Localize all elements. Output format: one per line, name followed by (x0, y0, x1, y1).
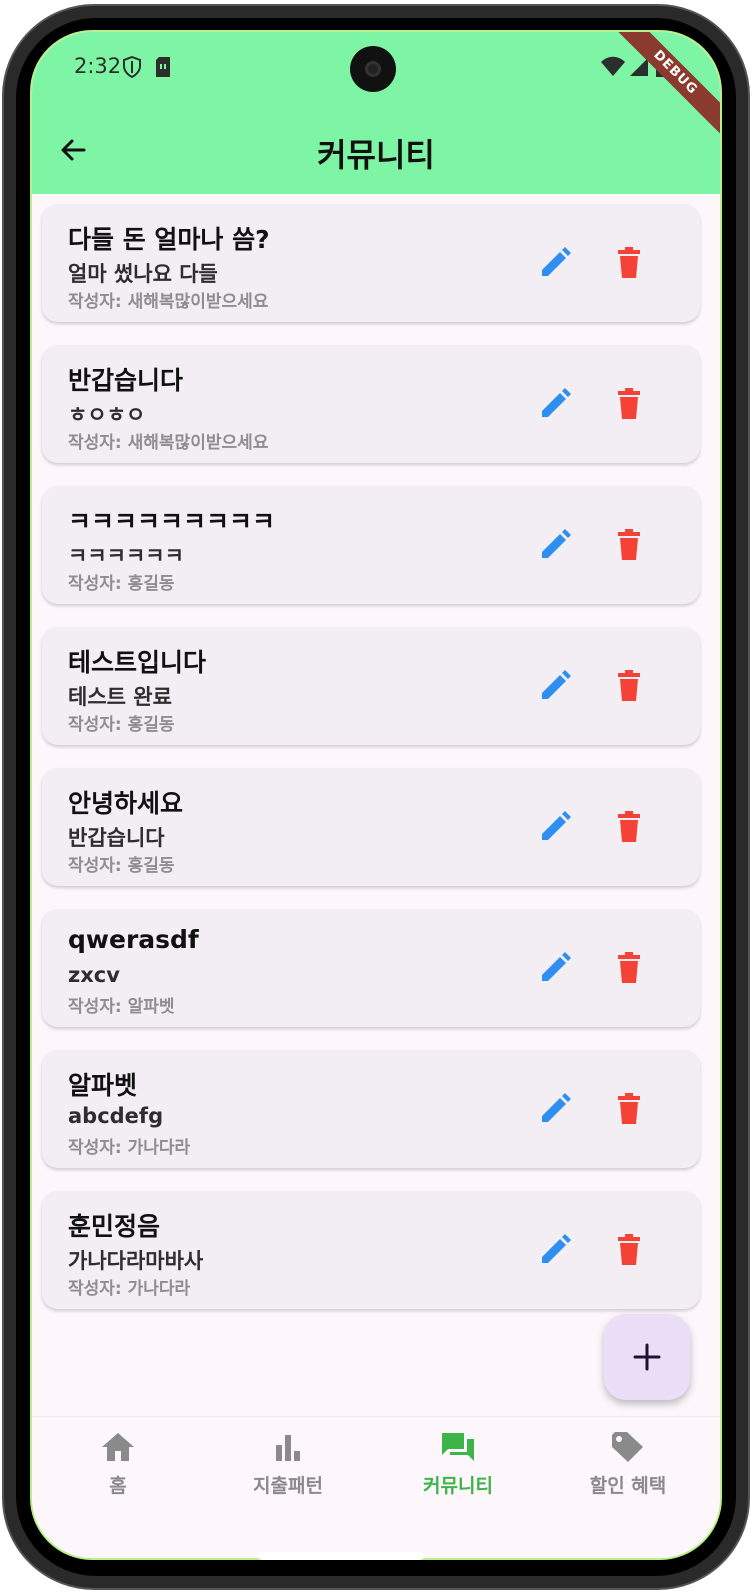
sim-card-icon (154, 56, 174, 78)
bottom-nav: 홈 지출패턴 커뮤니티 할인 혜택 (32, 1416, 720, 1558)
home-indicator[interactable] (258, 1552, 424, 1560)
edit-icon[interactable] (538, 951, 572, 985)
post-body: 얼마 썼나요 다들 (68, 262, 218, 286)
post-author: 작성자: 홍길동 (68, 856, 175, 876)
front-camera (350, 46, 396, 92)
home-icon (102, 1433, 134, 1461)
post-title: 반갑습니다 (68, 366, 184, 395)
post-card[interactable]: ㅋㅋㅋㅋㅋㅋㅋㅋㅋ ㅋㅋㅋㅋㅋㅋ 작성자: 홍길동 (42, 486, 700, 604)
post-list: 다들 돈 얼마나 씀? 얼마 썼나요 다들 작성자: 새해복많이받으세요 반갑습… (42, 204, 700, 1332)
status-time: 2:32 (74, 54, 122, 78)
edit-icon[interactable] (538, 1233, 572, 1267)
shield-icon (122, 55, 142, 79)
forum-icon (442, 1433, 474, 1461)
trash-icon[interactable] (612, 387, 646, 421)
post-body: zxcv (68, 963, 120, 987)
post-card[interactable]: 훈민정음 가나다라마바사 작성자: 가나다라 (42, 1191, 700, 1309)
post-body: ㅋㅋㅋㅋㅋㅋ (68, 544, 184, 568)
app-header: 2:32 DEBUG 커뮤니티 (32, 32, 720, 194)
tag-icon (612, 1432, 643, 1462)
trash-icon[interactable] (612, 810, 646, 844)
post-body: abcdefg (68, 1104, 164, 1128)
trash-icon[interactable] (612, 246, 646, 280)
post-author: 작성자: 가나다라 (68, 1138, 191, 1158)
post-title: 알파벳 (68, 1071, 138, 1100)
status-bar: 2:32 DEBUG (32, 32, 720, 141)
nav-label: 지출패턴 (253, 1475, 323, 1497)
phone-screen: 2:32 DEBUG 커뮤니티 다들 돈 얼마나 씀? 얼마 썼나요 다들 작성… (30, 30, 722, 1560)
page-title: 커뮤니티 (317, 136, 435, 174)
post-author: 작성자: 홍길동 (68, 715, 175, 735)
nav-item-home[interactable]: 홈 (32, 1417, 204, 1517)
trash-icon[interactable] (612, 528, 646, 562)
edit-icon[interactable] (538, 246, 572, 280)
post-title: qwerasdf (68, 925, 199, 954)
post-card[interactable]: 반갑습니다 ㅎㅇㅎㅇ 작성자: 새해복많이받으세요 (42, 345, 700, 463)
post-body: ㅎㅇㅎㅇ (68, 403, 146, 427)
post-card[interactable]: 다들 돈 얼마나 씀? 얼마 썼나요 다들 작성자: 새해복많이받으세요 (42, 204, 700, 322)
post-title: 다들 돈 얼마나 씀? (68, 225, 270, 254)
post-author: 작성자: 알파벳 (68, 997, 175, 1017)
post-body: 테스트 완료 (68, 685, 172, 709)
nav-label: 커뮤니티 (423, 1475, 493, 1497)
trash-icon[interactable] (612, 669, 646, 703)
post-body: 반갑습니다 (68, 826, 165, 850)
edit-icon[interactable] (538, 810, 572, 844)
post-author: 작성자: 홍길동 (68, 574, 175, 594)
nav-label: 할인 혜택 (589, 1475, 667, 1497)
nav-item-spending-pattern[interactable]: 지출패턴 (202, 1417, 374, 1517)
post-author: 작성자: 가나다라 (68, 1279, 191, 1299)
trash-icon[interactable] (612, 1233, 646, 1267)
nav-label: 홈 (109, 1475, 127, 1497)
post-author: 작성자: 새해복많이받으세요 (68, 433, 269, 453)
post-title: 안녕하세요 (68, 789, 184, 818)
post-card[interactable]: 알파벳 abcdefg 작성자: 가나다라 (42, 1050, 700, 1168)
post-author: 작성자: 새해복많이받으세요 (68, 292, 269, 312)
post-title: ㅋㅋㅋㅋㅋㅋㅋㅋㅋ (68, 507, 276, 536)
edit-icon[interactable] (538, 669, 572, 703)
nav-item-community[interactable]: 커뮤니티 (372, 1417, 544, 1517)
trash-icon[interactable] (612, 951, 646, 985)
post-title: 훈민정음 (68, 1212, 161, 1241)
post-body: 가나다라마바사 (68, 1249, 204, 1273)
app-bar: 커뮤니티 (32, 120, 720, 176)
edit-icon[interactable] (538, 1092, 572, 1126)
plus-icon (633, 1343, 661, 1371)
post-card[interactable]: 안녕하세요 반갑습니다 작성자: 홍길동 (42, 768, 700, 886)
bar-chart-icon (276, 1435, 300, 1461)
edit-icon[interactable] (538, 387, 572, 421)
post-title: 테스트입니다 (68, 648, 207, 677)
edit-icon[interactable] (538, 528, 572, 562)
nav-item-discounts[interactable]: 할인 혜택 (542, 1417, 714, 1517)
add-post-button[interactable] (604, 1314, 690, 1400)
trash-icon[interactable] (612, 1092, 646, 1126)
wifi-icon (600, 56, 626, 78)
post-card[interactable]: 테스트입니다 테스트 완료 작성자: 홍길동 (42, 627, 700, 745)
post-card[interactable]: qwerasdf zxcv 작성자: 알파벳 (42, 909, 700, 1027)
